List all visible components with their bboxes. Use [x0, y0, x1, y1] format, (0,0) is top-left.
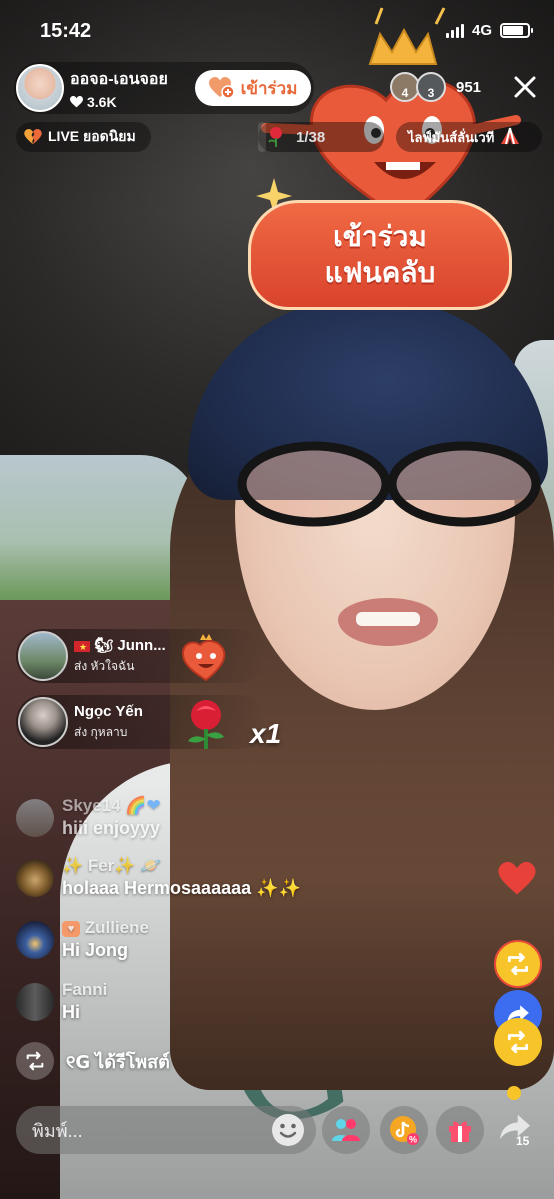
flag-icon: ★: [74, 640, 90, 652]
avatar[interactable]: [16, 982, 54, 1021]
comment-item[interactable]: ✨ Fer✨ 🪐 holaaa Hermosaaaaaa ✨✨: [16, 856, 301, 899]
discount-coin-icon: %: [390, 1116, 419, 1145]
people-icon: [332, 1119, 360, 1141]
repost-text: ୧G ได้รีโพสต์: [66, 1051, 170, 1073]
gift-goal[interactable]: 1/38: [258, 122, 384, 152]
likes-count: 3.6K: [87, 93, 117, 110]
multi-guest-button[interactable]: [322, 1106, 370, 1154]
host-likes: 3.6K: [70, 94, 168, 110]
rose-icon: [188, 700, 224, 749]
fan-club-line-1: เข้าร่วม: [333, 221, 427, 252]
comment-text: Hi: [62, 1002, 80, 1022]
avatar[interactable]: [16, 798, 54, 837]
gift-button[interactable]: [436, 1106, 484, 1154]
viewer-count[interactable]: 951: [456, 79, 481, 96]
gift-action: ส่ง กุหลาบ: [74, 724, 128, 739]
svg-text:%: %: [409, 1135, 417, 1145]
fan-club-line-2: แฟนคลับ: [324, 257, 436, 288]
gift-box-icon: [449, 1121, 471, 1142]
gift-sender-name: Ngọc Yến: [74, 702, 143, 720]
gift-action: ส่ง หัวใจฉัน: [74, 659, 135, 673]
join-button-label: เข้าร่วม: [240, 78, 298, 98]
gift-goal-progress: [258, 122, 266, 152]
heart-plus-icon: [208, 77, 235, 99]
repost-button[interactable]: [494, 1018, 542, 1066]
planet-icon: 🪐: [140, 856, 162, 875]
host-name: ออจอ-เอนจอย: [70, 70, 168, 88]
heart-icon: ❤: [146, 796, 161, 815]
comment-text: Hi Jong: [62, 940, 128, 960]
squirrel-icon: 🐿: [94, 637, 114, 654]
fun-stage-label: ไลฟ์มันส์ลั่นเวที: [408, 129, 495, 145]
join-button[interactable]: เข้าร่วม: [195, 70, 311, 106]
comment-item[interactable]: Skye14 🌈❤ hiii enjoyyy: [16, 796, 161, 839]
comment-author: ♥ Zulliene: [62, 918, 149, 938]
gift-multiplier: x1: [250, 718, 282, 749]
avatar[interactable]: [16, 920, 54, 959]
comment-author: ✨ Fer✨ 🪐: [62, 856, 162, 875]
share-count: 15: [516, 1134, 530, 1148]
repost-notice[interactable]: ୧G ได้รีโพสต์: [16, 1042, 170, 1080]
avatar[interactable]: [16, 64, 64, 112]
join-fan-club-banner[interactable]: เข้าร่วม แฟนคลับ: [248, 200, 512, 310]
comment-text: holaaa Hermosaaaaaa ✨✨: [62, 878, 301, 898]
heart-icon: [498, 862, 536, 895]
avatar[interactable]: 3: [416, 72, 446, 102]
comment-author: Fanni: [62, 980, 108, 999]
fun-stage-badge[interactable]: ไลฟ์มันส์ลั่นเวที: [396, 122, 542, 152]
avatar[interactable]: [16, 858, 54, 897]
avatar[interactable]: [18, 697, 68, 747]
emoji-icon[interactable]: [270, 1112, 306, 1148]
close-icon[interactable]: [510, 72, 540, 102]
repost-icon: [16, 1042, 54, 1080]
rainbow-icon: 🌈: [125, 796, 147, 815]
repost-button[interactable]: [494, 940, 542, 988]
fan-heart-badge-icon: ♥: [62, 920, 80, 937]
status-time: 15:42: [40, 20, 92, 42]
broken-heart-icon: [24, 129, 42, 145]
popular-live-label: LIVE ยอดนิยม: [48, 128, 136, 144]
popular-live-badge[interactable]: LIVE ยอดนิยม: [16, 122, 151, 152]
comment-input-placeholder: พิมพ์...: [32, 1120, 83, 1141]
smiley-icon: [507, 1086, 521, 1100]
gift-goal-count: 1/38: [296, 128, 326, 146]
repost-icon: [507, 952, 529, 976]
tiktok-shop-button[interactable]: %: [380, 1106, 428, 1154]
user-glyph-icon: ୧G: [66, 1051, 91, 1073]
gift-sender-name: ★ 🐿 Junn...: [74, 636, 166, 654]
heart-mascot-icon: [181, 634, 226, 682]
heart-icon: [70, 95, 83, 107]
top-viewers[interactable]: 4 3 951: [390, 72, 481, 102]
avatar[interactable]: [18, 631, 68, 681]
rose-icon: [268, 127, 282, 147]
repost-icon: [507, 1030, 529, 1054]
comment-item[interactable]: Fanni Hi: [16, 980, 107, 1023]
comment-item[interactable]: ♥ Zulliene Hi Jong: [16, 918, 149, 961]
comment-author: Skye14 🌈❤: [62, 796, 161, 815]
tent-icon: [501, 127, 520, 145]
comment-text: hiii enjoyyy: [62, 818, 161, 838]
